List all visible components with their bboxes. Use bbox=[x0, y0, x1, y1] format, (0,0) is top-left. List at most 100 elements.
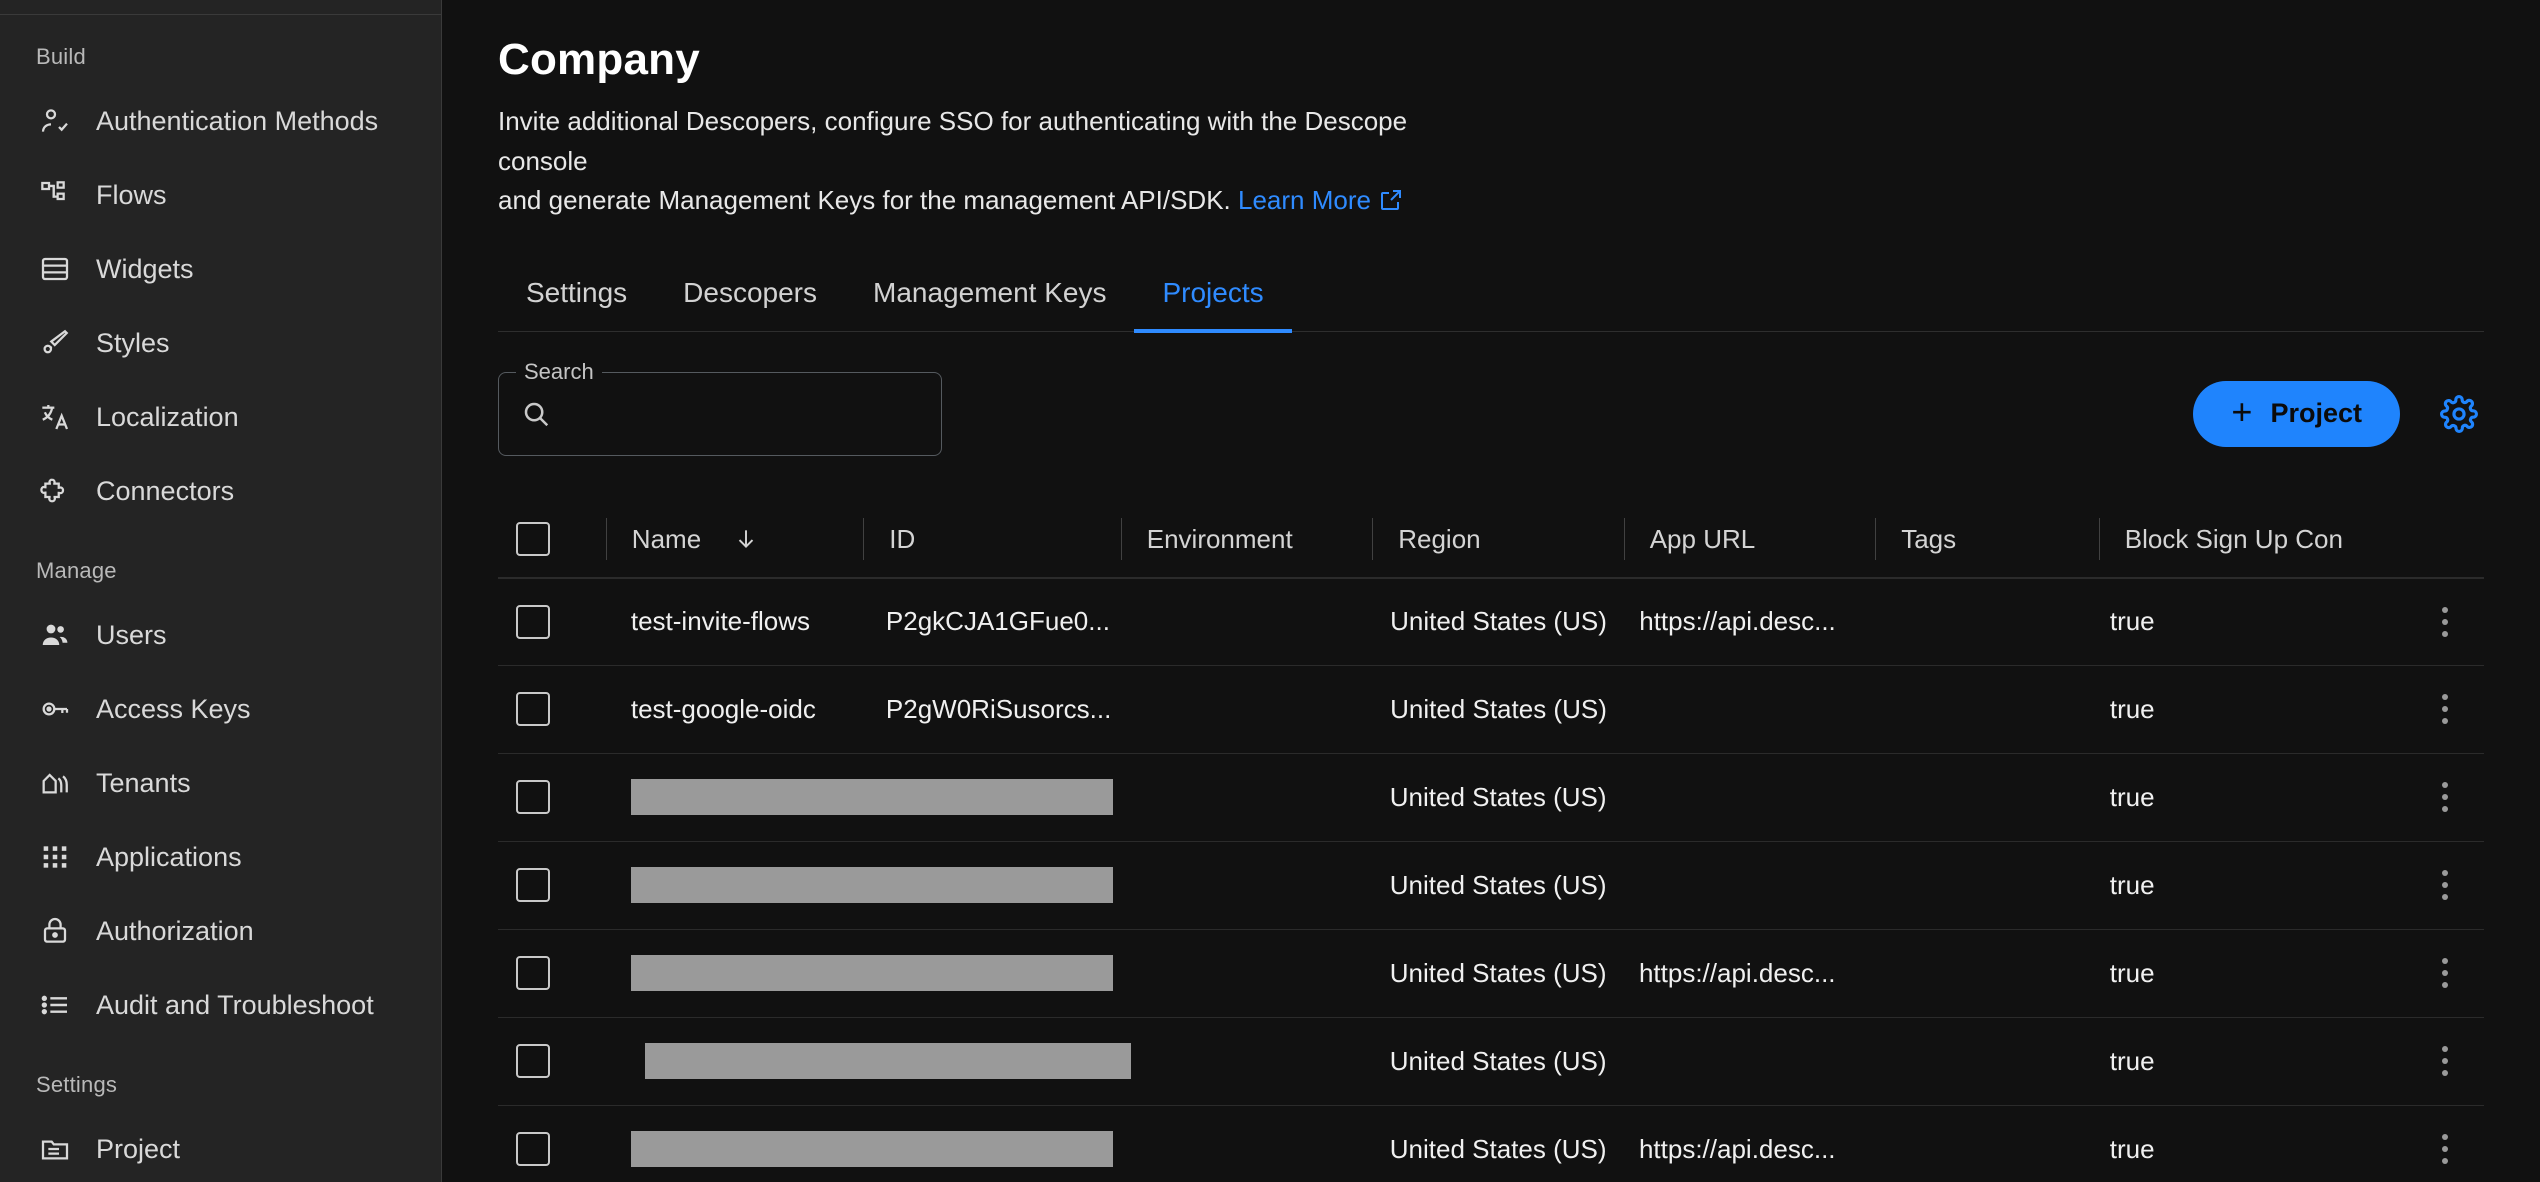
cell-block-sign-up: true bbox=[2084, 754, 2410, 841]
sidebar-item-label: Project bbox=[96, 1134, 180, 1165]
row-checkbox[interactable] bbox=[516, 780, 550, 814]
sidebar-item-project[interactable]: Project bbox=[0, 1112, 441, 1182]
sidebar-item-label: Users bbox=[96, 620, 167, 651]
row-checkbox[interactable] bbox=[516, 605, 550, 639]
sort-descending-icon[interactable] bbox=[733, 526, 759, 552]
row-redacted-name-id bbox=[605, 1018, 1115, 1105]
column-header-region[interactable]: Region bbox=[1372, 502, 1623, 577]
row-select-cell bbox=[498, 842, 605, 929]
select-all-cell bbox=[498, 502, 606, 577]
table-body: test-invite-flowsP2gkCJA1GFue0...United … bbox=[498, 578, 2484, 1182]
cell-app-url bbox=[1613, 666, 1862, 753]
sidebar-group-label-manage: Manage bbox=[0, 528, 441, 598]
cell-block-sign-up: true bbox=[2084, 842, 2410, 929]
flow-nodes-icon bbox=[38, 178, 72, 212]
cell-tags bbox=[1862, 930, 2084, 1017]
users-icon bbox=[38, 618, 72, 652]
cell-actions bbox=[2410, 1018, 2484, 1105]
cell-actions bbox=[2410, 666, 2484, 753]
row-menu-button[interactable] bbox=[2436, 601, 2454, 643]
table-row[interactable]: United States (US)https://api.desc...tru… bbox=[498, 930, 2484, 1018]
cell-region: United States (US) bbox=[1364, 842, 1613, 929]
row-redacted-name-id bbox=[605, 1106, 1115, 1182]
cell-tags bbox=[1862, 666, 2083, 753]
cell-region: United States (US) bbox=[1364, 1106, 1613, 1182]
cell-name: test-invite-flows bbox=[605, 579, 860, 665]
sidebar-item-connectors[interactable]: Connectors bbox=[0, 454, 441, 528]
sidebar-item-widgets[interactable]: Widgets bbox=[0, 232, 441, 306]
row-checkbox[interactable] bbox=[516, 956, 550, 990]
cell-tags bbox=[1862, 1018, 2084, 1105]
table-row[interactable]: United States (US) true bbox=[498, 842, 2484, 930]
settings-gear-button[interactable] bbox=[2434, 389, 2484, 439]
column-header-block-sign-up[interactable]: Block Sign Up Con bbox=[2099, 502, 2428, 577]
sidebar-item-localization[interactable]: Localization bbox=[0, 380, 441, 454]
sidebar-item-label: Audit and Troubleshoot bbox=[96, 990, 374, 1021]
cell-environment bbox=[1115, 930, 1364, 1017]
column-header-environment[interactable]: Environment bbox=[1121, 502, 1372, 577]
select-all-checkbox[interactable] bbox=[516, 522, 550, 556]
sidebar-top-divider bbox=[0, 14, 441, 15]
page-title: Company bbox=[498, 36, 2540, 84]
learn-more-link[interactable]: Learn More bbox=[1238, 185, 1371, 215]
row-menu-button[interactable] bbox=[2436, 688, 2454, 730]
column-header-name-label: Name bbox=[632, 524, 701, 555]
cell-tags bbox=[1862, 579, 2083, 665]
row-menu-button[interactable] bbox=[2436, 1040, 2454, 1082]
grid-apps-icon bbox=[38, 840, 72, 874]
column-header-id-label: ID bbox=[889, 524, 915, 555]
cell-environment bbox=[1115, 666, 1364, 753]
tab-descopers[interactable]: Descopers bbox=[655, 261, 845, 331]
external-link-icon[interactable] bbox=[1379, 188, 1403, 212]
sidebar-item-applications[interactable]: Applications bbox=[0, 820, 441, 894]
translate-icon bbox=[38, 400, 72, 434]
tab-settings[interactable]: Settings bbox=[498, 261, 655, 331]
sidebar-item-label: Styles bbox=[96, 328, 170, 359]
sidebar-item-access-keys[interactable]: Access Keys bbox=[0, 672, 441, 746]
sidebar-item-flows[interactable]: Flows bbox=[0, 158, 441, 232]
row-menu-button[interactable] bbox=[2436, 952, 2454, 994]
sidebar-item-tenants[interactable]: Tenants bbox=[0, 746, 441, 820]
column-header-app-url[interactable]: App URL bbox=[1624, 502, 1875, 577]
table-row[interactable]: United States (US)true bbox=[498, 1018, 2484, 1106]
tab-projects[interactable]: Projects bbox=[1134, 261, 1291, 331]
cell-environment bbox=[1115, 1106, 1364, 1182]
row-menu-button[interactable] bbox=[2436, 776, 2454, 818]
main-content: Company Invite additional Descopers, con… bbox=[442, 0, 2540, 1182]
search-input[interactable] bbox=[565, 399, 895, 428]
row-checkbox[interactable] bbox=[516, 692, 550, 726]
row-checkbox[interactable] bbox=[516, 868, 550, 902]
row-checkbox[interactable] bbox=[516, 1132, 550, 1166]
sidebar-item-authorization[interactable]: Authorization bbox=[0, 894, 441, 968]
page-description: Invite additional Descopers, configure S… bbox=[498, 102, 1498, 221]
table-row[interactable]: test-google-oidcP2gW0RiSusorcs...United … bbox=[498, 666, 2484, 754]
cell-region: United States (US) bbox=[1364, 754, 1613, 841]
cell-name: test-google-oidc bbox=[605, 666, 860, 753]
add-project-button[interactable]: + Project bbox=[2193, 381, 2400, 447]
table-row[interactable]: test-invite-flowsP2gkCJA1GFue0...United … bbox=[498, 578, 2484, 666]
column-header-id[interactable]: ID bbox=[863, 502, 1120, 577]
tab-bar: SettingsDescopersManagement KeysProjects bbox=[498, 261, 2484, 332]
tab-management-keys[interactable]: Management Keys bbox=[845, 261, 1134, 331]
row-menu-button[interactable] bbox=[2436, 864, 2454, 906]
sidebar-item-authentication-methods[interactable]: Authentication Methods bbox=[0, 84, 441, 158]
row-select-cell bbox=[498, 666, 605, 753]
cell-app-url bbox=[1613, 754, 1862, 841]
table-row[interactable]: United States (US) true bbox=[498, 754, 2484, 842]
cell-block-sign-up: true bbox=[2084, 666, 2410, 753]
row-checkbox[interactable] bbox=[516, 1044, 550, 1078]
column-header-name[interactable]: Name bbox=[606, 502, 863, 577]
row-menu-button[interactable] bbox=[2436, 1128, 2454, 1170]
sidebar-item-users[interactable]: Users bbox=[0, 598, 441, 672]
sidebar-item-audit-and-troubleshoot[interactable]: Audit and Troubleshoot bbox=[0, 968, 441, 1042]
sidebar-item-styles[interactable]: Styles bbox=[0, 306, 441, 380]
column-header-tags-label: Tags bbox=[1901, 524, 1956, 555]
cell-actions bbox=[2410, 842, 2484, 929]
cell-environment bbox=[1115, 1018, 1364, 1105]
table-row[interactable]: United States (US)https://api.desc...tru… bbox=[498, 1106, 2484, 1182]
cell-app-url bbox=[1613, 842, 1862, 929]
app-root: BuildAuthentication MethodsFlowsWidgetsS… bbox=[0, 0, 2540, 1182]
column-header-tags[interactable]: Tags bbox=[1875, 502, 2099, 577]
folder-icon bbox=[38, 1132, 72, 1166]
row-select-cell bbox=[498, 579, 605, 665]
